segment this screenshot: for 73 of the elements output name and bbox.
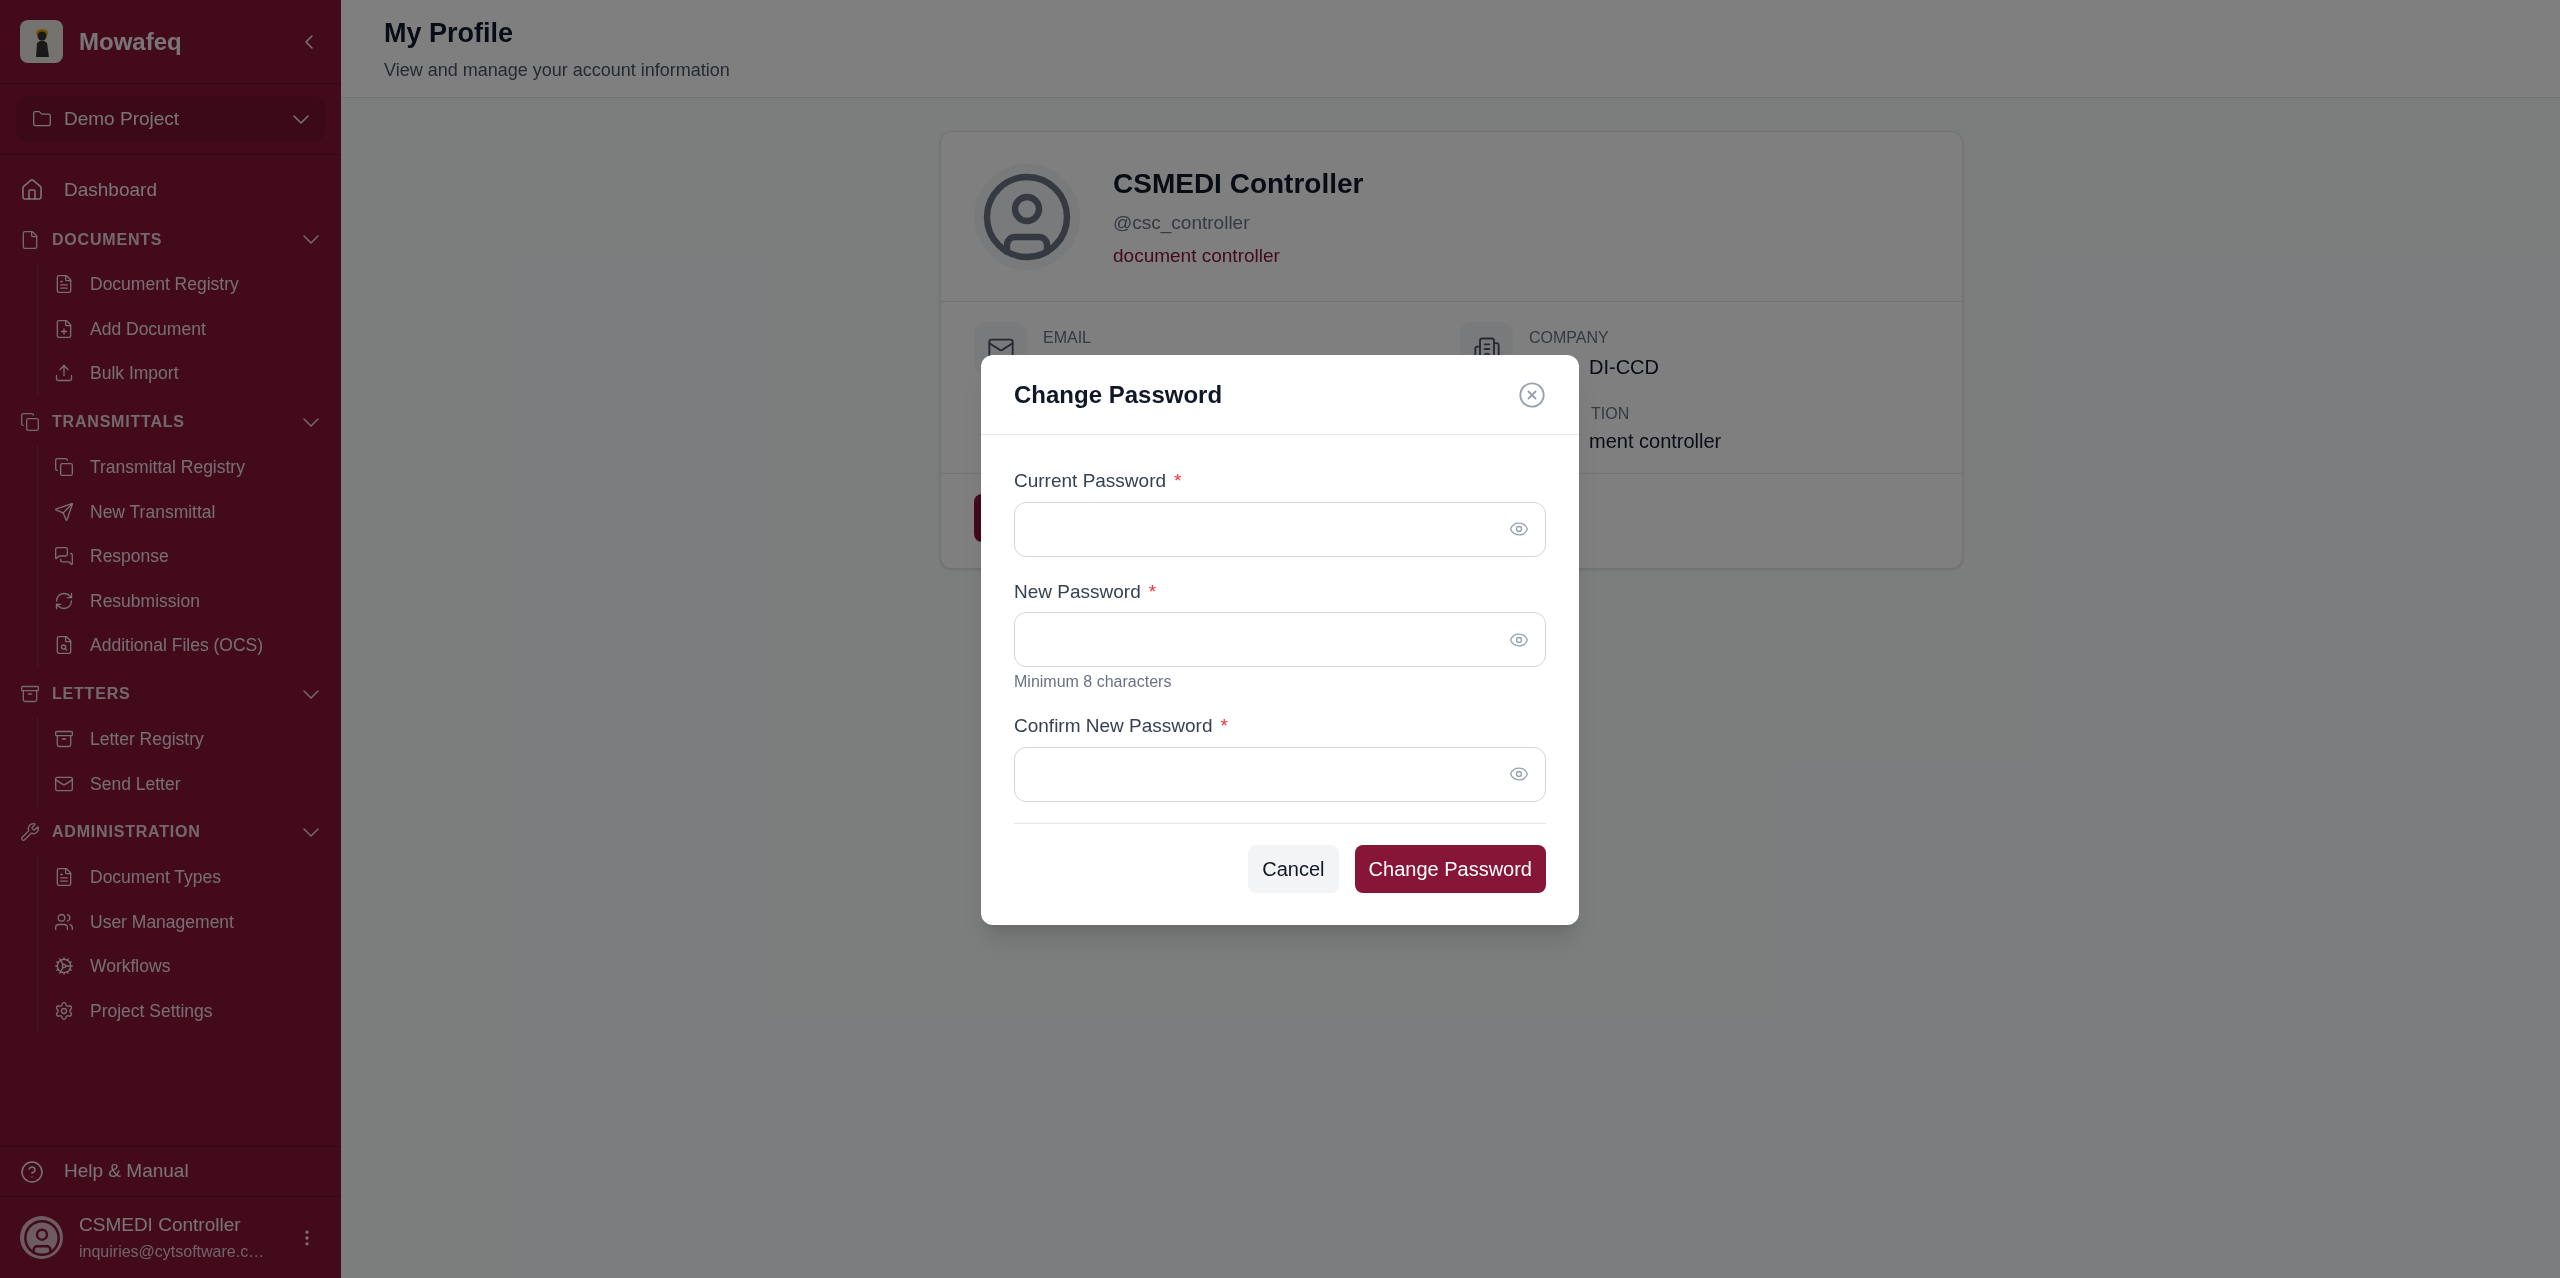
nav-item[interactable]: New Transmittal <box>38 489 341 534</box>
field-label: EMAIL <box>1043 328 1091 348</box>
nav-item[interactable]: Resubmission <box>38 578 341 624</box>
profile-role: document controller <box>1113 243 1281 268</box>
nav-item[interactable]: Bulk Import <box>38 351 341 396</box>
nav-item[interactable]: User Management <box>38 899 341 945</box>
nav-item[interactable]: Letter Registry <box>38 716 341 762</box>
chevron-down-icon <box>303 235 319 244</box>
user-email: inquiries@cytsoftware.c… <box>79 1241 265 1262</box>
nav-item[interactable]: Document Types <box>38 854 341 900</box>
required-mark: * <box>1220 714 1228 738</box>
help-icon <box>20 1159 44 1184</box>
nav-item[interactable]: Response <box>38 533 341 579</box>
submit-button[interactable]: Change Password <box>1354 844 1546 893</box>
settings-icon <box>54 1001 74 1021</box>
nav-item[interactable]: Project Settings <box>38 988 341 1034</box>
nav-item[interactable]: Transmittal Registry <box>38 444 341 490</box>
dialog-title: Change Password <box>1014 379 1223 410</box>
cog-icon <box>54 956 74 977</box>
field-value: ment controller <box>1589 429 1722 454</box>
required-mark: * <box>1174 469 1182 493</box>
field-value: DI-CCD <box>1589 355 1659 380</box>
required-mark: * <box>1148 579 1157 604</box>
nav-item[interactable]: Workflows <box>38 944 341 989</box>
file-search-icon <box>54 635 74 656</box>
chevron-down-icon <box>303 417 319 427</box>
refresh-icon <box>54 590 74 611</box>
nav-item[interactable]: Additional Files (OCS) <box>38 623 341 668</box>
field-label: Confirm New Password <box>1014 714 1213 738</box>
profile-name: CSMEDI Controller <box>1113 167 1364 201</box>
users-icon <box>54 911 74 932</box>
archive-icon <box>20 684 40 705</box>
chevron-down-icon <box>293 114 309 124</box>
chevron-down-icon <box>303 827 319 837</box>
home-icon <box>20 178 44 202</box>
document-icon <box>54 274 74 295</box>
cancel-button[interactable]: Cancel <box>1248 844 1339 893</box>
clipboard-icon <box>20 412 40 433</box>
clipboard-icon <box>54 457 74 478</box>
avatar-icon <box>20 1216 63 1259</box>
user-name: CSMEDI Controller <box>79 1213 242 1238</box>
chat-icon <box>54 546 74 567</box>
nav-item[interactable]: Send Letter <box>38 761 341 806</box>
nav-item[interactable]: Dashboard <box>0 167 341 213</box>
page-subtitle: View and manage your account information <box>384 59 731 83</box>
file-plus-icon <box>54 318 74 339</box>
password-field[interactable] <box>1014 612 1546 667</box>
password-field[interactable] <box>1014 501 1546 557</box>
nav-item[interactable]: Add Document <box>38 306 341 352</box>
folder-icon <box>32 109 52 129</box>
section-header[interactable]: DOCUMENTS <box>0 217 341 262</box>
page-title: My Profile <box>384 16 515 50</box>
logo-icon <box>20 20 63 63</box>
profile-username: @csc_controller <box>1113 211 1251 236</box>
field-hint: Minimum 8 characters <box>1014 672 1173 692</box>
send-icon <box>54 501 74 522</box>
nav-item[interactable]: Document Registry <box>38 262 341 307</box>
close-button[interactable] <box>1518 380 1546 409</box>
document-icon <box>54 867 74 888</box>
section-header[interactable]: ADMINISTRATION <box>0 809 341 855</box>
chevron-down-icon <box>303 689 319 699</box>
document-icon <box>20 229 40 250</box>
field-label: TION <box>1591 404 1630 424</box>
section-header[interactable]: LETTERS <box>0 671 341 717</box>
field-label: Current Password <box>1014 469 1167 493</box>
help-link[interactable]: Help & Manual <box>0 1157 209 1186</box>
section-header[interactable]: TRANSMITTALS <box>0 399 341 445</box>
archive-icon <box>54 729 74 750</box>
upload-icon <box>54 363 74 384</box>
tools-icon <box>20 822 40 843</box>
app-name: Mowafeq <box>79 26 182 57</box>
field-label: New Password <box>1014 579 1141 604</box>
password-field[interactable] <box>1014 746 1546 802</box>
